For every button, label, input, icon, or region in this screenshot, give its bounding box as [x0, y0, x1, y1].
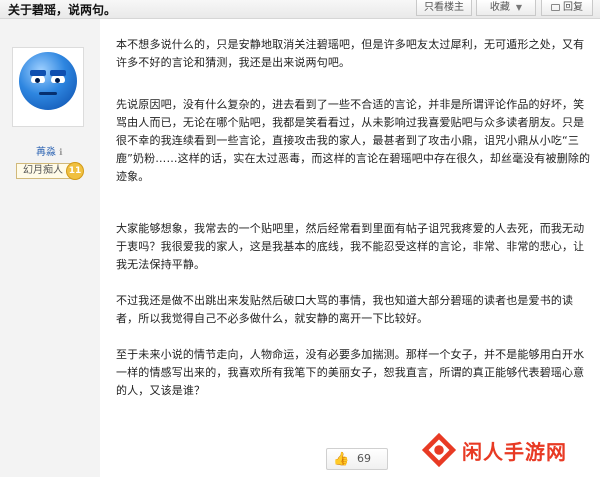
thread-title: 关于碧瑶，说两句。 — [8, 3, 117, 17]
thumbs-up-icon: 👍 — [333, 452, 350, 467]
author-sidebar: 苒淼 ℹ 幻月痴人 11 — [0, 19, 100, 477]
only-op-button[interactable]: 只看楼主 — [416, 0, 472, 16]
like-button[interactable]: 👍 69 — [326, 448, 388, 470]
post-paragraph: 至于未来小说的情节走向，人物命运，没有必要多加揣测。那样一个女子，并不是能够用白… — [116, 348, 585, 397]
post-paragraph: 本不想多说什么的，只是安静地取消关注碧瑶吧，但是许多吧友太过犀利，无可遁形之处，… — [116, 38, 585, 69]
reply-icon — [551, 3, 560, 11]
username[interactable]: 苒淼 ℹ — [36, 143, 62, 158]
avatar-image — [19, 52, 77, 110]
like-count: 69 — [357, 452, 371, 465]
post-paragraph: 先说原因吧，没有什么复杂的，进去看到了一些不合适的言论，并非是所谓评论作品的好坏… — [116, 98, 591, 183]
watermark-logo-icon — [421, 432, 457, 468]
user-info-icon: ℹ — [59, 148, 63, 158]
reply-label: 回复 — [563, 2, 583, 13]
thread-header-bar: 关于碧瑶，说两句。 只看楼主 收藏 ▼ 回复 — [0, 0, 600, 19]
username-text: 苒淼 — [36, 147, 56, 158]
post-paragraph: 不过我还是做不出跳出来发贴然后破口大骂的事情，我也知道大部分碧瑶的读者也是爱书的… — [116, 294, 574, 325]
reply-button[interactable]: 回复 — [541, 0, 593, 16]
level-badge: 11 — [66, 162, 84, 180]
chevron-down-icon: ▼ — [515, 3, 523, 12]
favorite-label: 收藏 — [489, 2, 510, 13]
post-paragraph: 大家能够想象，我常去的一个贴吧里，然后经常看到里面有帖子诅咒我疼爱的人去死，而我… — [116, 222, 585, 271]
watermark-text: 闲人手游网 — [462, 440, 567, 464]
site-watermark: 闲人手游网 — [420, 425, 600, 477]
favorite-button[interactable]: 收藏 ▼ — [476, 0, 536, 16]
avatar[interactable] — [12, 47, 84, 127]
